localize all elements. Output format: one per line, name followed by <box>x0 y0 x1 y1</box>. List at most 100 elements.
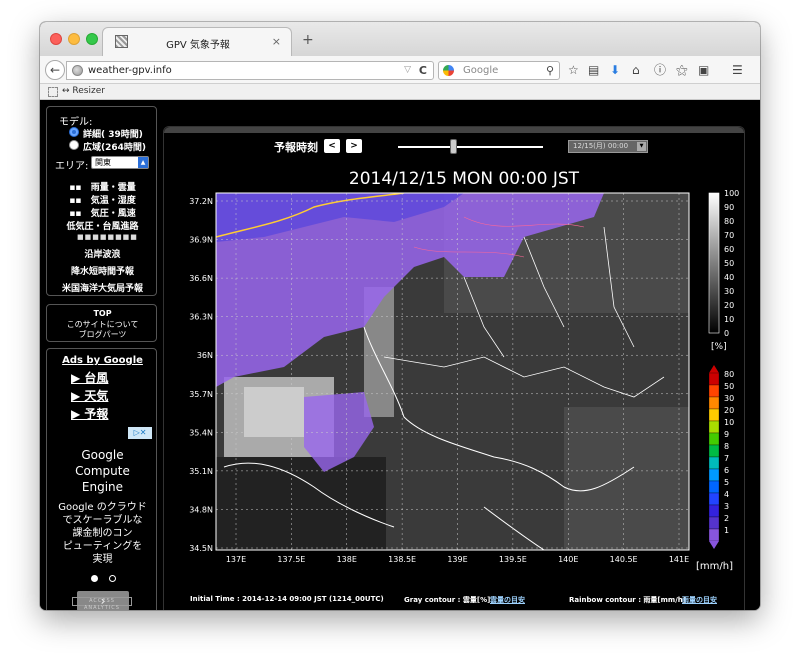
address-bar[interactable]: weather-gpv.info ▽ C <box>66 61 434 80</box>
gray-contour-label: Gray contour : 雲量[%] <box>404 596 491 604</box>
lat-label: 35.1N <box>189 467 213 476</box>
web-page: モデル: 詳細( 39時間) 広域(264時間) エリア: 関東 ▲ ▪▪ 雨量… <box>40 100 760 610</box>
browser-window: GPV 気象予報 × + ← weather-gpv.info ▽ C Goog… <box>40 22 760 610</box>
cloud-scale-label: 20 <box>724 301 734 310</box>
model-radio-wide[interactable] <box>69 140 79 150</box>
gray-contour-link[interactable]: 雲量の目安 <box>490 595 525 605</box>
close-window-button[interactable] <box>50 33 62 45</box>
cloud-scale-label: 100 <box>724 189 739 198</box>
longitude-labels: 137E 137.5E 138E 138.5E 139E 139.5E 140E 140.5E… <box>226 555 689 564</box>
reading-list-icon[interactable]: ▤ <box>588 63 599 77</box>
ad-link-forecast[interactable]: ▶ 予報 <box>71 405 108 422</box>
search-placeholder: Google <box>463 65 499 76</box>
back-button[interactable]: ← <box>45 60 65 80</box>
rain-scale-swatch <box>708 420 720 434</box>
lon-label: 140.5E <box>610 555 638 564</box>
lon-label: 141E <box>669 555 689 564</box>
lon-label: 138.5E <box>388 555 416 564</box>
link-top[interactable]: TOP <box>47 309 158 318</box>
area-select[interactable]: 関東 ▲ <box>91 156 149 169</box>
cloud-scale-label: 70 <box>724 231 734 240</box>
reload-icon[interactable]: C <box>419 64 427 77</box>
map-area[interactable] <box>216 193 689 550</box>
tab-close-icon[interactable]: × <box>272 35 281 48</box>
menu-lowpressure-typhoon[interactable]: 低気圧・台風進路 <box>47 219 158 232</box>
menu-pressure-wind[interactable]: ▪▪ 気圧・風速 <box>47 206 158 219</box>
model-option-wide[interactable]: 広域(264時間) <box>83 140 146 153</box>
link-blog-parts[interactable]: ブログパーツ <box>47 329 158 340</box>
menu-label: 気温・湿度 <box>90 196 136 206</box>
adchoices-icon[interactable]: ▷✕ <box>128 427 152 439</box>
rain-scale-swatch <box>708 480 720 494</box>
rainbow-contour-link[interactable]: 雨量の目安 <box>682 595 717 605</box>
gce-title-line: Google <box>81 448 124 462</box>
rain-scale-arrow-top <box>709 365 719 373</box>
rain-scale-label: 20 <box>724 406 734 415</box>
lat-label: 35.4N <box>189 428 213 437</box>
download-icon[interactable]: ⬇ <box>610 63 620 77</box>
screenshot-icon[interactable]: ▣ <box>698 63 709 77</box>
rain-scale-label: 10 <box>724 418 734 427</box>
new-tab-button[interactable]: + <box>302 32 314 48</box>
menu-noaa[interactable]: 米国海洋大気局予報 <box>47 281 158 294</box>
zoom-window-button[interactable] <box>86 33 98 45</box>
lon-label: 137E <box>226 555 246 564</box>
cloud-scale-labels: 1009080706050403020100 <box>724 189 739 338</box>
menu-separator: ■■■■■■■■ <box>77 233 138 241</box>
gce-body-line: ピューティングを <box>62 541 143 552</box>
menu-short-precip[interactable]: 降水短時間予報 <box>47 264 158 277</box>
rain-scale-label: 6 <box>724 466 729 475</box>
cloud-scale-label: 30 <box>724 287 734 296</box>
extension-icon[interactable]: ⚝ <box>676 63 688 77</box>
star-bookmark-icon[interactable]: ☆ <box>568 63 579 77</box>
lon-label: 139E <box>447 555 467 564</box>
resizer-icon <box>48 87 58 97</box>
rain-scale-label: 5 <box>724 478 729 487</box>
rain-scale-label: 4 <box>724 490 729 499</box>
rain-scale-swatch <box>708 516 720 530</box>
rain-scale-swatch <box>708 396 720 410</box>
model-radio-detail[interactable] <box>69 127 79 137</box>
ad-page-dot[interactable] <box>109 575 116 582</box>
menu-temp-humidity[interactable]: ▪▪ 気温・湿度 <box>47 193 158 206</box>
rain-scale-swatch <box>708 444 720 458</box>
model-option-detail[interactable]: 詳細( 39時間) <box>83 127 143 140</box>
google-icon <box>443 65 454 76</box>
cloud-scale-bar <box>708 192 720 334</box>
gce-ad-body[interactable]: Google のクラウド でスケーラブルな 課金制のコン ピューティングを 実現 <box>51 501 154 566</box>
menu-coastal-waves[interactable]: 沿岸波浪 <box>47 247 158 260</box>
search-bar[interactable]: Google ⚲ <box>438 61 560 80</box>
browser-tab[interactable]: GPV 気象予報 × <box>102 27 292 56</box>
rain-scale-label: 7 <box>724 454 729 463</box>
minimize-window-button[interactable] <box>68 33 80 45</box>
rain-scale-swatch <box>708 372 720 386</box>
ad-page-dot-active[interactable] <box>91 575 98 582</box>
ad-link-weather[interactable]: ▶ 天気 <box>71 387 108 404</box>
home-icon[interactable]: ⌂ <box>632 63 640 77</box>
latitude-labels: 37.2N 36.9N 36.6N 36.3N 36N 35.7N 35.4N 35.1N 34… <box>189 197 213 553</box>
favicon-icon <box>115 35 128 48</box>
url-dropdown-icon[interactable]: ▽ <box>404 65 411 75</box>
lon-label: 140E <box>558 555 578 564</box>
rain-scale-swatch <box>708 408 720 422</box>
rain-scale-labels: 80 50 30 20 10 9 8 7 6 5 4 3 2 1 <box>724 370 734 535</box>
menu-label: 雨量・雲量 <box>90 183 136 193</box>
lat-label: 35.7N <box>189 390 213 399</box>
rainbow-contour-label: Rainbow contour : 雨量[mm/h] <box>569 596 686 604</box>
model-label: モデル: <box>59 117 93 128</box>
gce-ad-title[interactable]: Google Compute Engine <box>47 447 158 495</box>
lat-label: 36N <box>197 351 213 360</box>
links-panel: TOP このサイトについて ブログパーツ <box>46 304 157 342</box>
magnifier-icon[interactable]: ⚲ <box>546 64 554 77</box>
ads-by-google[interactable]: Ads by Google <box>47 355 158 366</box>
cloud-scale-label: 40 <box>724 273 734 282</box>
access-analytics-badge[interactable]: ACCESS ANALYTICS <box>72 597 132 610</box>
info-icon[interactable]: ⓘ <box>654 63 666 77</box>
rain-scale-swatch <box>708 528 720 542</box>
menu-icon[interactable]: ☰ <box>732 63 743 77</box>
globe-icon <box>72 65 83 76</box>
ad-link-typhoon[interactable]: ▶ 台風 <box>71 369 108 386</box>
bookmark-resizer[interactable]: ↔ Resizer <box>62 86 105 96</box>
rain-scale-label: 80 <box>724 370 734 379</box>
menu-rain-cloud[interactable]: ▪▪ 雨量・雲量 <box>47 180 158 193</box>
